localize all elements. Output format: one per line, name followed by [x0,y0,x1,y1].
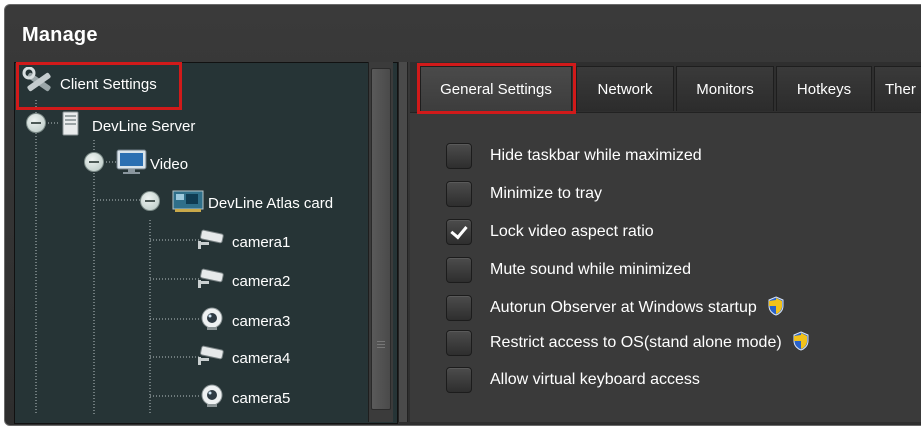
mute-sound-checkbox[interactable] [446,257,472,283]
option-label: Allow virtual keyboard access [490,371,700,388]
tree-item-devline-atlas-card[interactable]: DevLine Atlas card [172,188,333,218]
virtual-keyboard-checkbox[interactable] [446,367,472,393]
cctv-camera-icon [196,229,226,255]
restrict-os-access-checkbox[interactable] [446,330,472,356]
tab-label: Hotkeys [796,80,852,98]
tree-item-camera4[interactable]: camera4 [196,345,290,371]
cctv-camera-icon [196,268,226,294]
option-virtual-keyboard[interactable]: Allow virtual keyboard access [446,367,700,393]
tab-label: Monitors [696,80,754,98]
option-restrict-os-access[interactable]: Restrict access to OS(stand alone mode) [446,330,810,356]
tree-item-label: Video [150,155,189,173]
tab-hotkeys[interactable]: Hotkeys [776,66,872,111]
option-label: Autorun Observer at Windows startup [490,299,757,316]
tree-item-devline-server[interactable]: DevLine Server [60,111,195,141]
tree-item-camera2[interactable]: camera2 [196,268,290,294]
tree-item-label: camera4 [232,349,291,367]
cctv-camera-icon [196,345,226,371]
capture-card-icon [172,188,206,218]
webcam-icon [200,384,224,412]
tab-label: Network [597,80,653,98]
collapse-server-button[interactable] [26,113,46,133]
option-mute-sound[interactable]: Mute sound while minimized [446,257,691,283]
lock-aspect-ratio-checkbox[interactable] [446,219,472,245]
tree-item-label: camera3 [232,312,291,330]
hide-taskbar-checkbox[interactable] [446,143,472,169]
tab-network[interactable]: Network [576,66,674,111]
option-label: Hide taskbar while maximized [490,147,702,164]
monitor-icon [116,149,148,179]
client-settings-highlight [16,62,182,110]
webcam-icon [200,307,224,335]
option-lock-aspect-ratio[interactable]: Lock video aspect ratio [446,219,654,245]
tree-item-label: camera2 [232,272,291,290]
uac-shield-icon [792,330,810,356]
server-icon [60,111,82,141]
tree-item-camera5[interactable]: camera5 [200,384,290,412]
option-label: Restrict access to OS(stand alone mode) [490,334,782,351]
tree-item-label: camera1 [232,233,291,251]
option-autorun[interactable]: Autorun Observer at Windows startup [446,295,785,321]
option-hide-taskbar[interactable]: Hide taskbar while maximized [446,143,702,169]
tab-label: Ther [885,80,916,98]
option-label: Lock video aspect ratio [490,223,654,240]
collapse-video-button[interactable] [84,152,104,172]
general-settings-highlight [417,63,576,114]
tab-themes[interactable]: Ther [874,66,921,111]
tree-item-video[interactable]: Video [116,149,188,179]
tree-item-camera3[interactable]: camera3 [200,307,290,335]
tree-item-label: DevLine Atlas card [208,194,334,212]
uac-shield-icon [767,295,785,321]
option-label: Mute sound while minimized [490,261,691,278]
option-minimize-to-tray[interactable]: Minimize to tray [446,181,602,207]
collapse-card-button[interactable] [140,191,160,211]
tree-item-label: DevLine Server [92,117,196,135]
autorun-checkbox[interactable] [446,295,472,321]
minimize-to-tray-checkbox[interactable] [446,181,472,207]
option-label: Minimize to tray [490,185,603,202]
tree-item-camera1[interactable]: camera1 [196,229,290,255]
tree-scrollbar-thumb[interactable] [371,68,391,410]
tree-scrollbar[interactable] [368,62,393,422]
tree-item-label: camera5 [232,389,291,407]
tab-monitors[interactable]: Monitors [676,66,774,111]
panel-splitter[interactable] [398,62,408,422]
